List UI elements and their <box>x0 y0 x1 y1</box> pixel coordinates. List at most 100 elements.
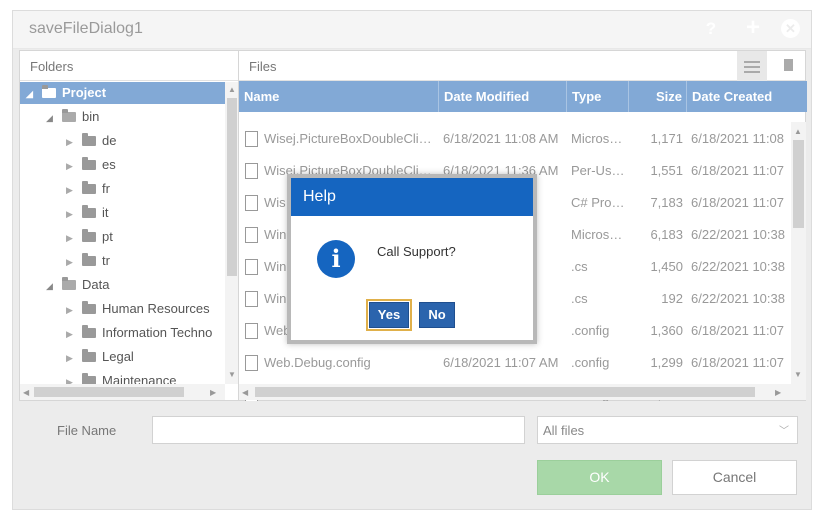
file-icon <box>245 195 258 211</box>
tree-node[interactable]: ▶ de <box>20 130 225 152</box>
cell-text: C# Pro… <box>571 195 625 210</box>
cell-type: .config <box>571 347 627 379</box>
chevron-right-icon[interactable]: ▶ <box>66 155 76 177</box>
cell-modified: 6/18/2021 11:08 AM <box>443 123 567 155</box>
cell-type: C# Pro… <box>571 187 627 219</box>
chevron-right-icon[interactable]: ▶ <box>66 179 76 201</box>
scroll-down-icon[interactable]: ▼ <box>228 370 236 379</box>
maximize-icon[interactable]: + <box>743 16 763 40</box>
chevron-down-icon[interactable]: ◢ <box>46 275 56 297</box>
scroll-up-icon[interactable]: ▲ <box>228 85 236 94</box>
cell-text: 1,299 <box>650 355 683 370</box>
cell-text: 6/18/2021 11:07 <box>691 163 785 178</box>
cell-text: .config <box>571 323 610 338</box>
table-row[interactable]: Web.Debug.config 6/18/2021 11:07 AM .confi… <box>239 347 791 379</box>
column-header-name[interactable]: Name <box>239 81 439 112</box>
chevron-right-icon[interactable]: ▶ <box>66 323 76 345</box>
tree-node[interactable]: ▶ Human Resources <box>20 298 225 320</box>
folders-vertical-scrollbar[interactable]: ▲ ▼ <box>225 82 239 384</box>
cell-created: 6/18/2021 11:08 <box>691 123 791 155</box>
cancel-button[interactable]: Cancel <box>672 460 797 495</box>
cell-text: 6/18/2021 11:07 AM <box>443 355 559 370</box>
tree-node[interactable]: ▶ it <box>20 202 225 224</box>
project-icon <box>42 85 56 98</box>
chevron-right-icon[interactable]: ▶ <box>66 131 76 153</box>
cell-text: 6/18/2021 11:07 <box>691 323 785 338</box>
cell-name: Web.Debug.config <box>245 347 437 379</box>
cell-size: 1,299 <box>629 347 683 379</box>
cell-text: Wis <box>264 195 286 210</box>
folders-horizontal-scrollbar[interactable]: ◀ ▶ <box>20 384 225 400</box>
scroll-thumb[interactable] <box>255 387 755 397</box>
scroll-thumb[interactable] <box>227 98 237 276</box>
tree-node-label: Information Techno <box>102 325 213 340</box>
tree-node[interactable]: ◢ Data <box>20 274 225 296</box>
tree-node[interactable]: ◢ Project <box>20 82 225 104</box>
cell-type: .cs <box>571 283 627 315</box>
file-icon <box>245 227 258 243</box>
help-message-box: Help i Call Support? Yes No <box>287 174 537 344</box>
chevron-right-icon[interactable]: ▶ <box>66 371 76 384</box>
tree-node[interactable]: ▶ tr <box>20 250 225 272</box>
tree-node-label: Data <box>82 277 110 292</box>
file-icon <box>245 163 258 179</box>
folder-open-icon <box>62 277 76 290</box>
scroll-thumb[interactable] <box>34 387 184 397</box>
cell-text: .cs <box>571 291 588 306</box>
files-vertical-scrollbar[interactable]: ▲ ▼ <box>791 122 806 384</box>
cell-text: Per-Us… <box>571 163 625 178</box>
tree-node-label: Legal <box>102 349 134 364</box>
no-button[interactable]: No <box>419 302 455 328</box>
cell-text: 6/18/2021 11:08 <box>691 131 785 146</box>
folder-icon <box>82 325 96 338</box>
close-icon[interactable]: ✕ <box>781 19 800 38</box>
scroll-up-icon[interactable]: ▲ <box>794 127 802 136</box>
file-icon <box>245 291 258 307</box>
tree-node[interactable]: ▶ Information Techno <box>20 322 225 344</box>
cell-text: 6/22/2021 10:38 <box>691 291 785 306</box>
scroll-left-icon[interactable]: ◀ <box>242 388 248 397</box>
chevron-right-icon[interactable]: ▶ <box>66 203 76 225</box>
cell-text: 1,450 <box>650 259 683 274</box>
scroll-thumb[interactable] <box>793 140 804 228</box>
scroll-right-icon[interactable]: ▶ <box>210 388 216 397</box>
chevron-right-icon[interactable]: ▶ <box>66 227 76 249</box>
cell-type: .cs <box>571 251 627 283</box>
column-header-date-modified[interactable]: Date Modified <box>439 81 567 112</box>
column-header-date-created[interactable]: Date Created <box>687 81 807 112</box>
cell-created: 6/18/2021 11:07 <box>691 315 791 347</box>
scroll-left-icon[interactable]: ◀ <box>23 388 29 397</box>
files-horizontal-scrollbar[interactable]: ◀ ▶ <box>239 384 806 400</box>
tree-node[interactable]: ▶ pt <box>20 226 225 248</box>
window-title: saveFileDialog1 <box>29 20 143 37</box>
chevron-down-icon[interactable]: ◢ <box>26 83 36 105</box>
scroll-down-icon[interactable]: ▼ <box>794 370 802 379</box>
scroll-right-icon[interactable]: ▶ <box>775 388 781 397</box>
column-header-type[interactable]: Type <box>567 81 629 112</box>
folder-open-icon <box>62 109 76 122</box>
chevron-down-icon[interactable]: ◢ <box>46 107 56 129</box>
tree-node[interactable]: ▶ Legal <box>20 346 225 368</box>
chevron-right-icon[interactable]: ▶ <box>66 347 76 369</box>
cell-type: Micros… <box>571 123 627 155</box>
table-row[interactable]: Wisej.PictureBoxDoubleCli… 6/18/2021 11:0… <box>239 123 791 155</box>
chevron-right-icon[interactable]: ▶ <box>66 251 76 273</box>
file-name-input[interactable] <box>152 416 525 444</box>
tree-node[interactable]: ▶ fr <box>20 178 225 200</box>
tree-node[interactable]: ▶ es <box>20 154 225 176</box>
cell-created: 6/22/2021 10:38 <box>691 283 791 315</box>
message-box-title[interactable]: Help <box>291 178 533 216</box>
folder-icon <box>82 301 96 314</box>
cell-modified: 6/18/2021 11:07 AM <box>443 347 567 379</box>
file-type-select[interactable]: All files ﹀ <box>537 416 798 444</box>
tree-node[interactable]: ◢ bin <box>20 106 225 128</box>
cell-text: 1,171 <box>650 131 683 146</box>
chevron-right-icon[interactable]: ▶ <box>66 299 76 321</box>
tree-node-label: es <box>102 157 116 172</box>
ok-button[interactable]: OK <box>537 460 662 495</box>
help-icon[interactable]: ? <box>701 19 721 39</box>
cell-text: 6/18/2021 11:07 <box>691 195 785 210</box>
column-header-size[interactable]: Size <box>629 81 687 112</box>
yes-button[interactable]: Yes <box>366 299 412 331</box>
tree-node[interactable]: ▶ Maintenance <box>20 370 225 384</box>
